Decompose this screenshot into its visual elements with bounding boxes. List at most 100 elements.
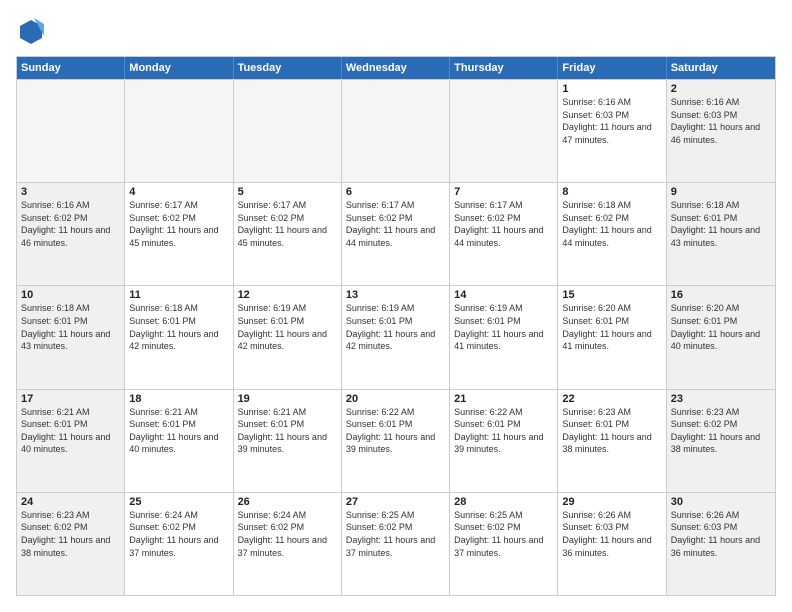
calendar-cell: 18Sunrise: 6:21 AM Sunset: 6:01 PM Dayli… [125,390,233,492]
header-day-sunday: Sunday [17,57,125,79]
day-detail: Sunrise: 6:25 AM Sunset: 6:02 PM Dayligh… [454,509,553,559]
day-detail: Sunrise: 6:22 AM Sunset: 6:01 PM Dayligh… [454,406,553,456]
header-day-saturday: Saturday [667,57,775,79]
header-day-thursday: Thursday [450,57,558,79]
day-number: 9 [671,186,771,198]
calendar-week-3: 10Sunrise: 6:18 AM Sunset: 6:01 PM Dayli… [17,285,775,388]
calendar-cell: 4Sunrise: 6:17 AM Sunset: 6:02 PM Daylig… [125,183,233,285]
logo [16,16,50,46]
calendar-cell: 7Sunrise: 6:17 AM Sunset: 6:02 PM Daylig… [450,183,558,285]
calendar-cell: 30Sunrise: 6:26 AM Sunset: 6:03 PM Dayli… [667,493,775,595]
day-number: 10 [21,289,120,301]
day-detail: Sunrise: 6:22 AM Sunset: 6:01 PM Dayligh… [346,406,445,456]
day-number: 7 [454,186,553,198]
calendar-cell: 21Sunrise: 6:22 AM Sunset: 6:01 PM Dayli… [450,390,558,492]
calendar-cell: 16Sunrise: 6:20 AM Sunset: 6:01 PM Dayli… [667,286,775,388]
calendar-cell: 29Sunrise: 6:26 AM Sunset: 6:03 PM Dayli… [558,493,666,595]
calendar-cell: 17Sunrise: 6:21 AM Sunset: 6:01 PM Dayli… [17,390,125,492]
calendar-header: SundayMondayTuesdayWednesdayThursdayFrid… [17,57,775,79]
day-number: 4 [129,186,228,198]
calendar-cell: 3Sunrise: 6:16 AM Sunset: 6:02 PM Daylig… [17,183,125,285]
day-detail: Sunrise: 6:18 AM Sunset: 6:02 PM Dayligh… [562,199,661,249]
calendar-cell [125,80,233,182]
day-detail: Sunrise: 6:19 AM Sunset: 6:01 PM Dayligh… [346,302,445,352]
day-number: 8 [562,186,661,198]
day-detail: Sunrise: 6:26 AM Sunset: 6:03 PM Dayligh… [671,509,771,559]
day-detail: Sunrise: 6:23 AM Sunset: 6:01 PM Dayligh… [562,406,661,456]
day-detail: Sunrise: 6:25 AM Sunset: 6:02 PM Dayligh… [346,509,445,559]
day-number: 22 [562,393,661,405]
day-number: 2 [671,83,771,95]
calendar-cell [234,80,342,182]
day-detail: Sunrise: 6:17 AM Sunset: 6:02 PM Dayligh… [454,199,553,249]
day-detail: Sunrise: 6:18 AM Sunset: 6:01 PM Dayligh… [21,302,120,352]
day-number: 1 [562,83,661,95]
day-detail: Sunrise: 6:18 AM Sunset: 6:01 PM Dayligh… [671,199,771,249]
day-detail: Sunrise: 6:21 AM Sunset: 6:01 PM Dayligh… [238,406,337,456]
day-number: 21 [454,393,553,405]
day-number: 13 [346,289,445,301]
day-detail: Sunrise: 6:16 AM Sunset: 6:03 PM Dayligh… [671,96,771,146]
header-day-monday: Monday [125,57,233,79]
day-number: 14 [454,289,553,301]
day-detail: Sunrise: 6:20 AM Sunset: 6:01 PM Dayligh… [671,302,771,352]
header-day-friday: Friday [558,57,666,79]
day-number: 28 [454,496,553,508]
calendar-week-2: 3Sunrise: 6:16 AM Sunset: 6:02 PM Daylig… [17,182,775,285]
day-detail: Sunrise: 6:24 AM Sunset: 6:02 PM Dayligh… [129,509,228,559]
calendar-cell: 8Sunrise: 6:18 AM Sunset: 6:02 PM Daylig… [558,183,666,285]
calendar-body: 1 Sunrise: 6:16 AM Sunset: 6:03 PM Daylig… [17,79,775,595]
calendar-cell: 9Sunrise: 6:18 AM Sunset: 6:01 PM Daylig… [667,183,775,285]
day-number: 19 [238,393,337,405]
day-detail: Sunrise: 6:26 AM Sunset: 6:03 PM Dayligh… [562,509,661,559]
day-detail: Sunrise: 6:21 AM Sunset: 6:01 PM Dayligh… [129,406,228,456]
calendar-week-1: 1 Sunrise: 6:16 AM Sunset: 6:03 PM Daylig… [17,79,775,182]
day-detail: Sunrise: 6:24 AM Sunset: 6:02 PM Dayligh… [238,509,337,559]
day-number: 6 [346,186,445,198]
calendar-cell: 1Sunrise: 6:16 AM Sunset: 6:03 PM Daylig… [558,80,666,182]
day-number: 29 [562,496,661,508]
calendar-cell: 22Sunrise: 6:23 AM Sunset: 6:01 PM Dayli… [558,390,666,492]
day-number: 27 [346,496,445,508]
calendar-cell: 2Sunrise: 6:16 AM Sunset: 6:03 PM Daylig… [667,80,775,182]
day-number: 16 [671,289,771,301]
day-detail: Sunrise: 6:17 AM Sunset: 6:02 PM Dayligh… [129,199,228,249]
calendar-cell [450,80,558,182]
day-number: 5 [238,186,337,198]
day-number: 11 [129,289,228,301]
day-number: 17 [21,393,120,405]
day-number: 18 [129,393,228,405]
calendar-cell [17,80,125,182]
calendar-cell: 19Sunrise: 6:21 AM Sunset: 6:01 PM Dayli… [234,390,342,492]
day-number: 30 [671,496,771,508]
day-number: 25 [129,496,228,508]
day-detail: Sunrise: 6:19 AM Sunset: 6:01 PM Dayligh… [238,302,337,352]
calendar-cell: 27Sunrise: 6:25 AM Sunset: 6:02 PM Dayli… [342,493,450,595]
day-detail: Sunrise: 6:21 AM Sunset: 6:01 PM Dayligh… [21,406,120,456]
calendar-cell: 11Sunrise: 6:18 AM Sunset: 6:01 PM Dayli… [125,286,233,388]
day-number: 20 [346,393,445,405]
header-day-wednesday: Wednesday [342,57,450,79]
calendar-cell: 23Sunrise: 6:23 AM Sunset: 6:02 PM Dayli… [667,390,775,492]
calendar-cell: 12Sunrise: 6:19 AM Sunset: 6:01 PM Dayli… [234,286,342,388]
calendar-cell: 14Sunrise: 6:19 AM Sunset: 6:01 PM Dayli… [450,286,558,388]
day-detail: Sunrise: 6:16 AM Sunset: 6:02 PM Dayligh… [21,199,120,249]
day-detail: Sunrise: 6:23 AM Sunset: 6:02 PM Dayligh… [21,509,120,559]
day-detail: Sunrise: 6:17 AM Sunset: 6:02 PM Dayligh… [346,199,445,249]
calendar-cell: 10Sunrise: 6:18 AM Sunset: 6:01 PM Dayli… [17,286,125,388]
day-number: 12 [238,289,337,301]
day-detail: Sunrise: 6:23 AM Sunset: 6:02 PM Dayligh… [671,406,771,456]
calendar-cell: 5Sunrise: 6:17 AM Sunset: 6:02 PM Daylig… [234,183,342,285]
calendar-cell: 25Sunrise: 6:24 AM Sunset: 6:02 PM Dayli… [125,493,233,595]
calendar-cell: 24Sunrise: 6:23 AM Sunset: 6:02 PM Dayli… [17,493,125,595]
calendar-cell: 28Sunrise: 6:25 AM Sunset: 6:02 PM Dayli… [450,493,558,595]
day-number: 23 [671,393,771,405]
calendar-week-4: 17Sunrise: 6:21 AM Sunset: 6:01 PM Dayli… [17,389,775,492]
calendar-cell: 6Sunrise: 6:17 AM Sunset: 6:02 PM Daylig… [342,183,450,285]
calendar: SundayMondayTuesdayWednesdayThursdayFrid… [16,56,776,596]
logo-icon [16,16,46,46]
calendar-cell: 26Sunrise: 6:24 AM Sunset: 6:02 PM Dayli… [234,493,342,595]
day-number: 26 [238,496,337,508]
day-detail: Sunrise: 6:20 AM Sunset: 6:01 PM Dayligh… [562,302,661,352]
calendar-cell: 13Sunrise: 6:19 AM Sunset: 6:01 PM Dayli… [342,286,450,388]
